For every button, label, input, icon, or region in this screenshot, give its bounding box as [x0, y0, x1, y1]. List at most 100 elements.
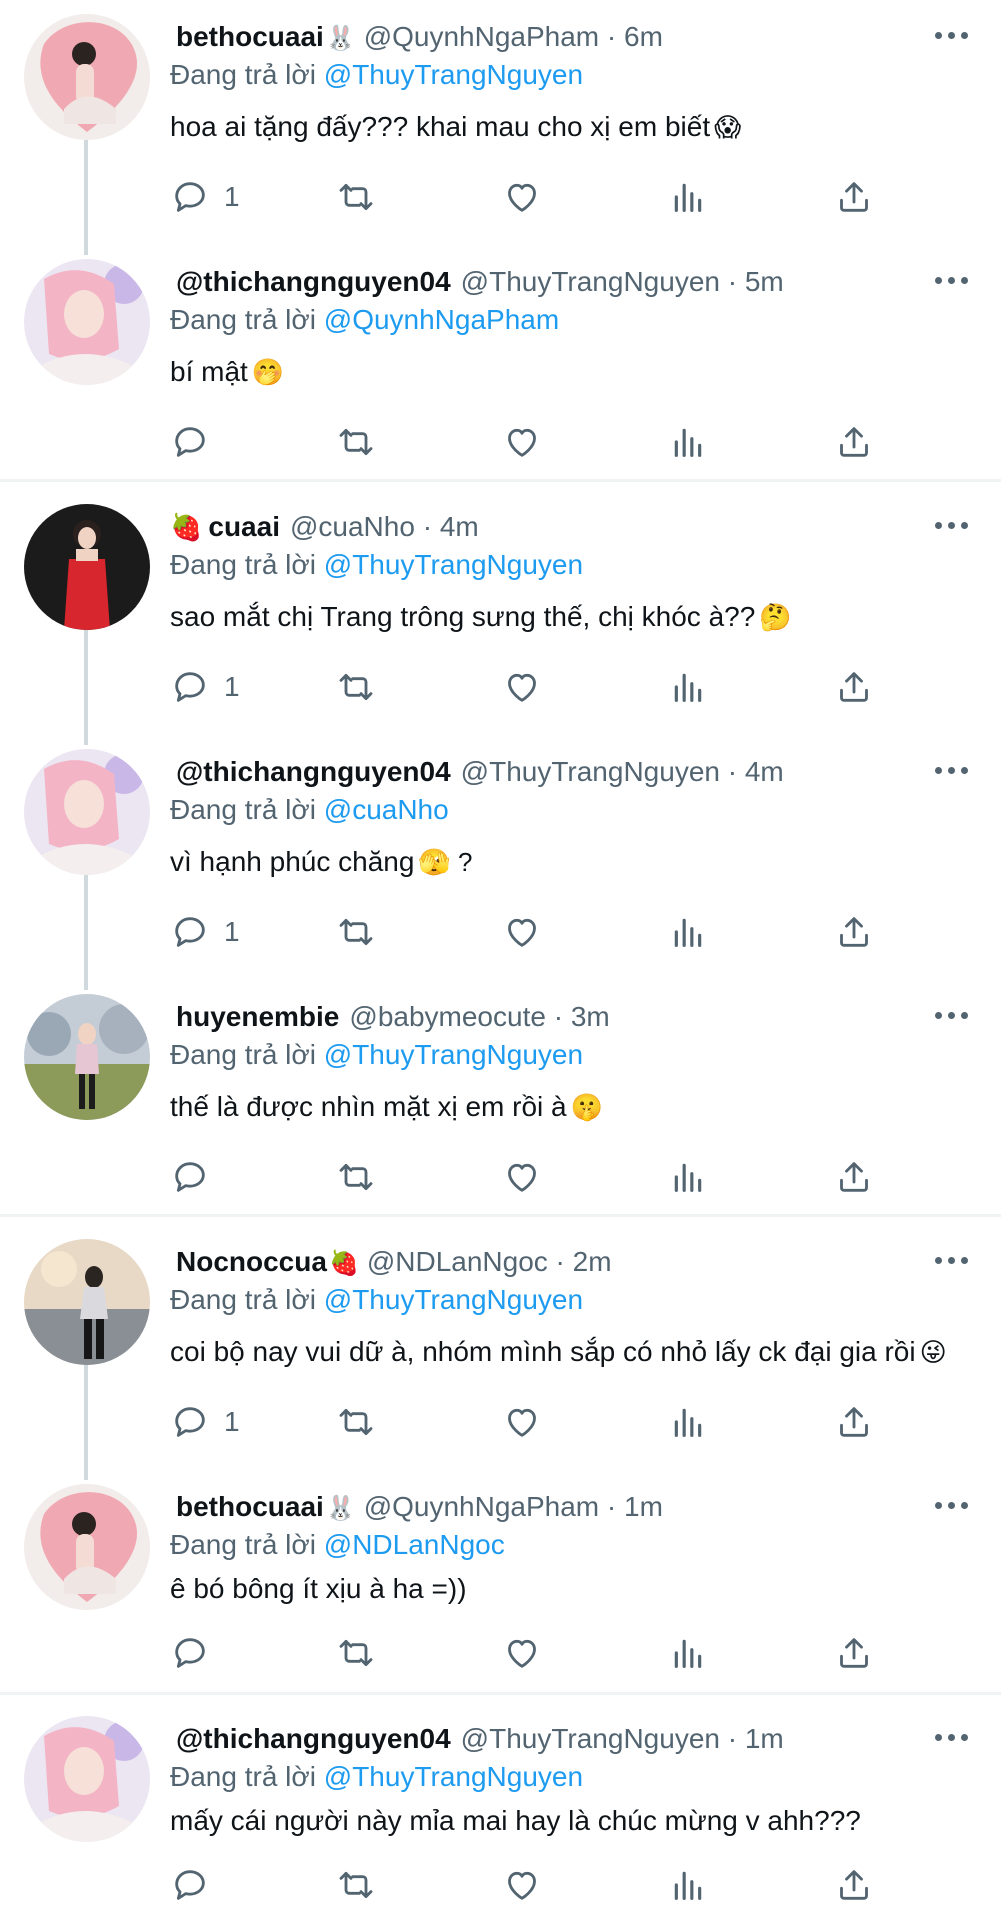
mention-link[interactable]: @QuynhNgaPham [324, 304, 559, 335]
display-name[interactable]: bethocuaai [176, 1491, 324, 1522]
reply-button[interactable] [170, 1860, 224, 1910]
handle[interactable]: @cuaNho [290, 511, 415, 542]
handle[interactable]: @NDLanNgoc [367, 1246, 548, 1277]
share-button[interactable] [834, 172, 874, 222]
retweet-button[interactable] [336, 172, 376, 222]
timestamp[interactable]: 5m [745, 266, 784, 297]
display-name[interactable]: bethocuaai [176, 21, 324, 52]
handle[interactable]: @QuynhNgaPham [364, 21, 599, 52]
replying-to: Đang trả lời @ThuyTrangNguyen [170, 1761, 584, 1792]
avatar[interactable] [24, 1484, 150, 1610]
views-button[interactable] [668, 1152, 708, 1202]
reply-tweet[interactable]: 🍓 cuaai @cuaNho · 4m Đang trả lời @ThuyTra… [0, 490, 1001, 745]
avatar[interactable] [24, 1239, 150, 1365]
avatar[interactable] [24, 1716, 150, 1842]
mention-link[interactable]: @ThuyTrangNguyen [324, 549, 583, 580]
timestamp[interactable]: 2m [573, 1246, 612, 1277]
like-button[interactable] [502, 1397, 542, 1447]
views-button[interactable] [668, 662, 708, 712]
timestamp[interactable]: 4m [440, 511, 479, 542]
like-button[interactable] [502, 907, 542, 957]
share-button[interactable] [834, 1628, 874, 1678]
reply-button[interactable] [170, 1152, 224, 1202]
retweet-button[interactable] [336, 1397, 376, 1447]
mention-link[interactable]: @ThuyTrangNguyen [324, 1761, 583, 1792]
like-button[interactable] [502, 1628, 542, 1678]
mention-link[interactable]: @ThuyTrangNguyen [324, 59, 583, 90]
share-button[interactable] [834, 662, 874, 712]
avatar[interactable] [24, 14, 150, 140]
views-button[interactable] [668, 417, 708, 467]
avatar[interactable] [24, 749, 150, 875]
mention-link[interactable]: @ThuyTrangNguyen [324, 1039, 583, 1070]
reply-tweet[interactable]: @thichangnguyen04 @ThuyTrangNguyen · 1m Đ… [0, 1702, 1001, 1920]
retweet-button[interactable] [336, 1628, 376, 1678]
mention-link[interactable]: @ThuyTrangNguyen [324, 1284, 583, 1315]
like-button[interactable] [502, 172, 542, 222]
display-name[interactable]: @thichangnguyen04 [176, 756, 451, 787]
more-icon[interactable] [932, 757, 972, 785]
reply-button[interactable]: 1 [170, 172, 240, 222]
handle[interactable]: @ThuyTrangNguyen [461, 266, 720, 297]
more-icon[interactable] [932, 512, 972, 540]
handle[interactable]: @QuynhNgaPham [364, 1491, 599, 1522]
handle[interactable]: @babymeocute [349, 1001, 546, 1032]
more-icon[interactable] [932, 1002, 972, 1030]
display-name[interactable]: cuaai [208, 511, 280, 542]
retweet-button[interactable] [336, 662, 376, 712]
reply-button[interactable] [170, 417, 224, 467]
like-button[interactable] [502, 1860, 542, 1910]
mention-link[interactable]: @NDLanNgoc [324, 1529, 505, 1560]
timestamp[interactable]: 3m [571, 1001, 610, 1032]
share-button[interactable] [834, 907, 874, 957]
tweet-text: thế là được nhìn mặt xị em rồi à 🤫 [170, 1091, 603, 1122]
reply-button[interactable]: 1 [170, 1397, 240, 1447]
display-name[interactable]: @thichangnguyen04 [176, 266, 451, 297]
avatar[interactable] [24, 994, 150, 1120]
timestamp[interactable]: 6m [624, 21, 663, 52]
handle[interactable]: @ThuyTrangNguyen [461, 1723, 720, 1754]
display-name[interactable]: @thichangnguyen04 [176, 1723, 451, 1754]
handle[interactable]: @ThuyTrangNguyen [461, 756, 720, 787]
display-name[interactable]: Nocnoccua [176, 1246, 327, 1277]
timestamp[interactable]: 4m [745, 756, 784, 787]
reply-tweet[interactable]: huyenembie @babymeocute · 3m Đang trả lời… [0, 980, 1001, 1214]
display-name[interactable]: huyenembie [176, 1001, 339, 1032]
share-button[interactable] [834, 417, 874, 467]
more-icon[interactable] [932, 22, 972, 50]
retweet-button[interactable] [336, 417, 376, 467]
views-button[interactable] [668, 1397, 708, 1447]
timestamp[interactable]: 1m [745, 1723, 784, 1754]
reply-tweet[interactable]: bethocuaai🐰 @QuynhNgaPham · 6m Đang trả l… [0, 0, 1001, 255]
more-icon[interactable] [932, 1247, 972, 1275]
share-button[interactable] [834, 1152, 874, 1202]
like-button[interactable] [502, 1152, 542, 1202]
share-button[interactable] [834, 1397, 874, 1447]
retweet-button[interactable] [336, 907, 376, 957]
views-button[interactable] [668, 172, 708, 222]
more-icon[interactable] [932, 1492, 972, 1520]
timestamp[interactable]: 1m [624, 1491, 663, 1522]
share-button[interactable] [834, 1860, 874, 1910]
reply-tweet[interactable]: @thichangnguyen04 @ThuyTrangNguyen · 5m Đ… [0, 245, 1001, 479]
reply-tweet[interactable]: @thichangnguyen04 @ThuyTrangNguyen · 4m Đ… [0, 735, 1001, 990]
views-button[interactable] [668, 1860, 708, 1910]
like-button[interactable] [502, 662, 542, 712]
reply-button[interactable] [170, 1628, 224, 1678]
action-bar: 1 [0, 172, 1001, 222]
avatar[interactable] [24, 259, 150, 385]
replying-to: Đang trả lời @ThuyTrangNguyen [170, 1284, 584, 1315]
mention-link[interactable]: @cuaNho [324, 794, 449, 825]
retweet-button[interactable] [336, 1860, 376, 1910]
reply-button[interactable]: 1 [170, 662, 240, 712]
more-icon[interactable] [932, 1724, 972, 1752]
avatar[interactable] [24, 504, 150, 630]
views-button[interactable] [668, 907, 708, 957]
reply-tweet[interactable]: bethocuaai🐰 @QuynhNgaPham · 1m Đang trả l… [0, 1470, 1001, 1692]
retweet-button[interactable] [336, 1152, 376, 1202]
reply-button[interactable]: 1 [170, 907, 240, 957]
more-icon[interactable] [932, 267, 972, 295]
reply-tweet[interactable]: Nocnoccua🍓 @NDLanNgoc · 2m Đang trả lời @… [0, 1225, 1001, 1480]
views-button[interactable] [668, 1628, 708, 1678]
like-button[interactable] [502, 417, 542, 467]
